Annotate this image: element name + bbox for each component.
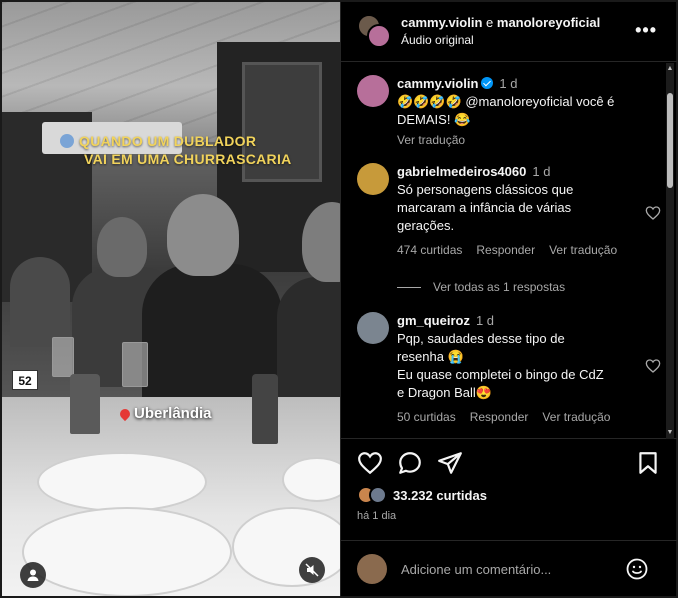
comment-username[interactable]: cammy.violin bbox=[397, 76, 478, 91]
video-caption: QUANDO UM DUBLADOR VAI EM UMA CHURRASCAR… bbox=[60, 132, 300, 168]
comment-time: 1 d bbox=[475, 313, 495, 328]
post-header: cammy.violin e manoloreyoficial Áudio or… bbox=[341, 2, 677, 62]
speaker-muted-icon bbox=[305, 563, 319, 577]
scene-bottle bbox=[252, 374, 278, 444]
caption-line-2: VAI EM UMA CHURRASCARIA bbox=[84, 151, 292, 167]
view-replies-label: Ver todas as 1 respostas bbox=[433, 280, 566, 294]
translate-link[interactable]: Ver tradução bbox=[549, 241, 617, 259]
likes-summary[interactable]: 33.232 curtidas bbox=[357, 486, 487, 504]
scene-glass bbox=[122, 342, 148, 387]
bookmark-icon[interactable] bbox=[635, 450, 661, 476]
author-link[interactable]: manoloreyoficial bbox=[497, 15, 600, 30]
share-paper-plane-icon[interactable] bbox=[437, 450, 463, 476]
heart-icon[interactable] bbox=[645, 205, 661, 221]
comment-input[interactable] bbox=[401, 559, 621, 579]
table-number-tag: 52 bbox=[12, 370, 38, 390]
reply-button[interactable]: Responder bbox=[470, 408, 529, 426]
mute-button[interactable] bbox=[299, 557, 325, 583]
likes-count[interactable]: 474 curtidas bbox=[397, 241, 462, 259]
comment-time: 1 d bbox=[499, 76, 518, 91]
avatar[interactable] bbox=[357, 75, 389, 107]
emoji-icon[interactable] bbox=[625, 557, 649, 581]
comment-username[interactable]: gm_queiroz bbox=[397, 313, 470, 328]
collab-avatars[interactable] bbox=[357, 14, 393, 50]
action-bar bbox=[357, 450, 661, 480]
more-options-button[interactable]: ••• bbox=[635, 20, 657, 41]
caption-line-1: QUANDO UM DUBLADOR bbox=[79, 133, 257, 149]
scene-bottle bbox=[70, 374, 100, 434]
scroll-up-arrow-icon[interactable]: ▲ bbox=[666, 65, 674, 73]
like-heart-icon[interactable] bbox=[357, 450, 383, 476]
scrollbar-thumb[interactable] bbox=[667, 93, 673, 188]
view-replies-button[interactable]: Ver todas as 1 respostas bbox=[397, 280, 565, 294]
divider bbox=[397, 286, 421, 288]
comment-body: gabrielmedeiros4060 1 d Só personagens cl… bbox=[397, 163, 647, 259]
translate-link[interactable]: Ver tradução bbox=[397, 131, 465, 149]
user-icon bbox=[27, 569, 39, 581]
reply-button[interactable]: Responder bbox=[476, 241, 535, 259]
verified-badge-icon bbox=[481, 77, 494, 89]
avatar[interactable] bbox=[357, 163, 389, 195]
comment-text: Só personagens clássicos que marcaram a … bbox=[397, 182, 574, 233]
translate-link[interactable]: Ver tradução bbox=[542, 408, 610, 426]
scene-plate bbox=[22, 507, 232, 596]
scene-person bbox=[167, 194, 239, 276]
post-authors: cammy.violin e manoloreyoficial bbox=[401, 15, 600, 30]
comment-username[interactable]: gabrielmedeiros4060 bbox=[397, 164, 526, 179]
audio-link[interactable]: Áudio original bbox=[401, 33, 474, 47]
comment-time: 1 d bbox=[532, 164, 551, 179]
comment-text: 🤣🤣🤣🤣 @manoloreyoficial você é DEMAIS! 😂 bbox=[397, 94, 615, 127]
location-label: Uberlândia bbox=[134, 405, 212, 422]
avatar bbox=[357, 554, 387, 584]
likes-count[interactable]: 50 curtidas bbox=[397, 408, 456, 426]
tagged-users-button[interactable] bbox=[20, 562, 46, 588]
post-panel: cammy.violin e manoloreyoficial Áudio or… bbox=[340, 2, 677, 596]
add-comment-bar bbox=[341, 540, 677, 596]
comment-body: cammy.violin 1 d 🤣🤣🤣🤣 @manoloreyoficial v… bbox=[397, 75, 647, 149]
scene-person bbox=[10, 257, 70, 347]
comments-list: cammy.violin 1 d 🤣🤣🤣🤣 @manoloreyoficial v… bbox=[341, 63, 677, 439]
scene-glass bbox=[52, 337, 74, 377]
comment-text: Pqp, saudades desse tipo de resenha 😭 bbox=[397, 331, 565, 364]
heart-icon[interactable] bbox=[645, 358, 661, 374]
author-link[interactable]: cammy.violin bbox=[401, 15, 482, 30]
scroll-down-arrow-icon[interactable]: ▼ bbox=[666, 429, 674, 437]
comment-text: Eu quase completei o bingo de CdZ e Drag… bbox=[397, 367, 604, 400]
scene-plate bbox=[37, 452, 207, 512]
avatar bbox=[367, 24, 391, 48]
avatar bbox=[369, 486, 387, 504]
comment-body: gm_queiroz 1 d Pqp, saudades desse tipo d… bbox=[397, 312, 647, 426]
scene-person bbox=[97, 217, 147, 277]
location-pin-icon bbox=[117, 406, 133, 421]
comment-bubble-icon[interactable] bbox=[397, 450, 423, 476]
avatar[interactable] bbox=[357, 312, 389, 344]
reel-video[interactable]: 52 QUANDO UM DUBLADOR VAI EM UMA CHURRAS… bbox=[2, 2, 340, 596]
post-timestamp[interactable]: há 1 dia bbox=[357, 510, 396, 522]
post-likes-count[interactable]: 33.232 curtidas bbox=[393, 488, 487, 503]
microphone-icon bbox=[60, 134, 74, 148]
location-tag: Uberlândia bbox=[117, 405, 212, 422]
author-connector: e bbox=[486, 15, 494, 30]
comments-scrollbar[interactable]: ▲ ▼ bbox=[666, 63, 674, 439]
